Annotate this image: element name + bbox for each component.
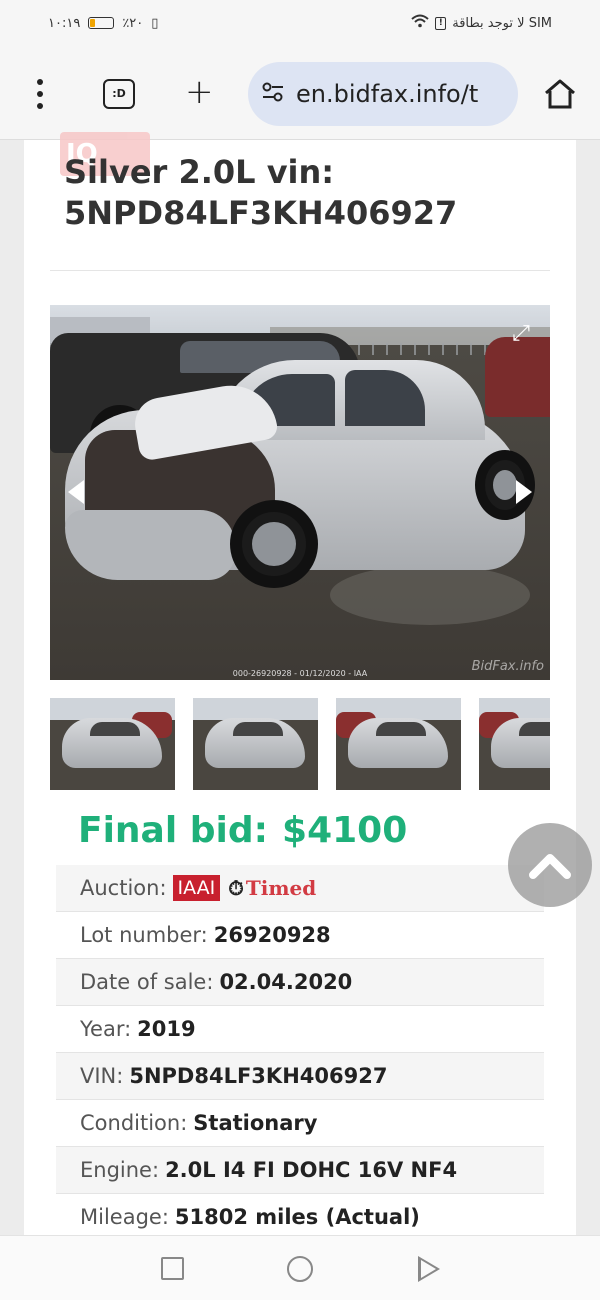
- timed-text: Timed: [245, 876, 317, 900]
- plus-icon[interactable]: +: [185, 72, 214, 112]
- detail-row-date: Date of sale: 02.04.2020: [56, 959, 544, 1006]
- status-right: ! لا توجد بطاقة SIM: [411, 14, 552, 32]
- thumbnail-strip: [50, 698, 550, 790]
- next-photo-icon[interactable]: [516, 480, 532, 504]
- detail-row-year: Year: 2019: [56, 1006, 544, 1053]
- final-bid-value: $4100: [282, 810, 408, 851]
- condition-value: Stationary: [193, 1111, 318, 1135]
- divider: [50, 270, 550, 271]
- detail-row-vin: VIN: 5NPD84LF3KH406927: [56, 1053, 544, 1100]
- damaged-sedan: [65, 360, 535, 590]
- vin-value: 5NPD84LF3KH406927: [129, 1064, 388, 1088]
- thumbnail-3[interactable]: [336, 698, 461, 790]
- vin-label: VIN:: [80, 1064, 124, 1088]
- battery-icon: [88, 17, 115, 29]
- sedan-bumper: [65, 510, 235, 580]
- thumbnail-1[interactable]: [50, 698, 175, 790]
- status-bar: ١٠:١٩ ٪٢٠ ▯ ! لا توجد بطاقة SIM: [0, 0, 600, 46]
- final-bid-label: Final bid:: [78, 810, 269, 851]
- scroll-top-button[interactable]: [508, 823, 592, 907]
- auction-label: Auction:: [80, 876, 167, 900]
- lot-label: Lot number:: [80, 923, 208, 947]
- address-bar[interactable]: en.bidfax.info/t: [248, 62, 518, 126]
- detail-row-condition: Condition: Stationary: [56, 1100, 544, 1147]
- year-label: Year:: [80, 1017, 132, 1041]
- tabs-button[interactable]: :D: [103, 79, 135, 109]
- clock-time: ١٠:١٩: [48, 15, 81, 31]
- lot-value: 26920928: [213, 923, 331, 947]
- wifi-icon: [411, 14, 429, 32]
- home-circle-icon[interactable]: [287, 1256, 313, 1282]
- engine-label: Engine:: [80, 1158, 160, 1182]
- main-photo[interactable]: ⤢ 000-26920928 - 01/12/2020 - IAA BidFax…: [50, 305, 550, 680]
- detail-row-engine: Engine: 2.0L I4 FI DOHC 16V NF4: [56, 1147, 544, 1194]
- engine-value: 2.0L I4 FI DOHC 16V NF4: [165, 1158, 458, 1182]
- condition-label: Condition:: [80, 1111, 188, 1135]
- url-text[interactable]: en.bidfax.info/t: [296, 80, 478, 108]
- battery-fill: [90, 19, 96, 27]
- stopwatch-icon: ⏱: [228, 876, 244, 900]
- sim-alert-icon: !: [435, 16, 447, 30]
- final-bid: Final bid: $4100: [78, 810, 407, 851]
- thumbnail-4[interactable]: [479, 698, 550, 790]
- date-label: Date of sale:: [80, 970, 214, 994]
- thumbnail-2[interactable]: [193, 698, 318, 790]
- mileage-label: Mileage:: [80, 1205, 169, 1229]
- system-nav-bar: [0, 1235, 600, 1300]
- details-list: Auction: IAAI ⏱ Timed Lot number: 269209…: [56, 865, 544, 1241]
- detail-row-mileage: Mileage: 51802 miles (Actual): [56, 1194, 544, 1241]
- vibrate-icon: ▯: [151, 15, 159, 31]
- detail-row-lot: Lot number: 26920928: [56, 912, 544, 959]
- expand-icon[interactable]: ⤢: [508, 323, 534, 349]
- title-line-1: Silver 2.0L vin:: [64, 153, 335, 191]
- photo-watermark: BidFax.info: [471, 659, 544, 674]
- carrier-text: لا توجد بطاقة SIM: [452, 15, 552, 31]
- mileage-value: 51802 miles (Actual): [174, 1205, 420, 1229]
- detail-row-auction: Auction: IAAI ⏱ Timed: [56, 865, 544, 912]
- date-value: 02.04.2020: [219, 970, 353, 994]
- tune-icon[interactable]: [262, 82, 284, 106]
- year-value: 2019: [137, 1017, 196, 1041]
- page-title: Silver 2.0L vin: 5NPD84LF3KH406927: [64, 152, 554, 234]
- kebab-icon[interactable]: [30, 79, 50, 109]
- title-line-2: 5NPD84LF3KH406927: [64, 194, 458, 232]
- prev-photo-icon[interactable]: [68, 480, 84, 504]
- recents-icon[interactable]: [161, 1257, 184, 1280]
- battery-percent: ٪٢٠: [122, 15, 144, 31]
- iaai-badge: IAAI: [172, 875, 221, 901]
- timed-badge: ⏱ Timed: [228, 876, 316, 900]
- sedan-front-wheel: [230, 500, 318, 588]
- browser-toolbar: :D + en.bidfax.info/t: [0, 46, 600, 140]
- chevron-up-icon: [529, 854, 571, 879]
- home-icon[interactable]: [543, 78, 577, 110]
- back-icon[interactable]: [418, 1256, 440, 1282]
- status-left: ١٠:١٩ ٪٢٠ ▯: [48, 16, 158, 31]
